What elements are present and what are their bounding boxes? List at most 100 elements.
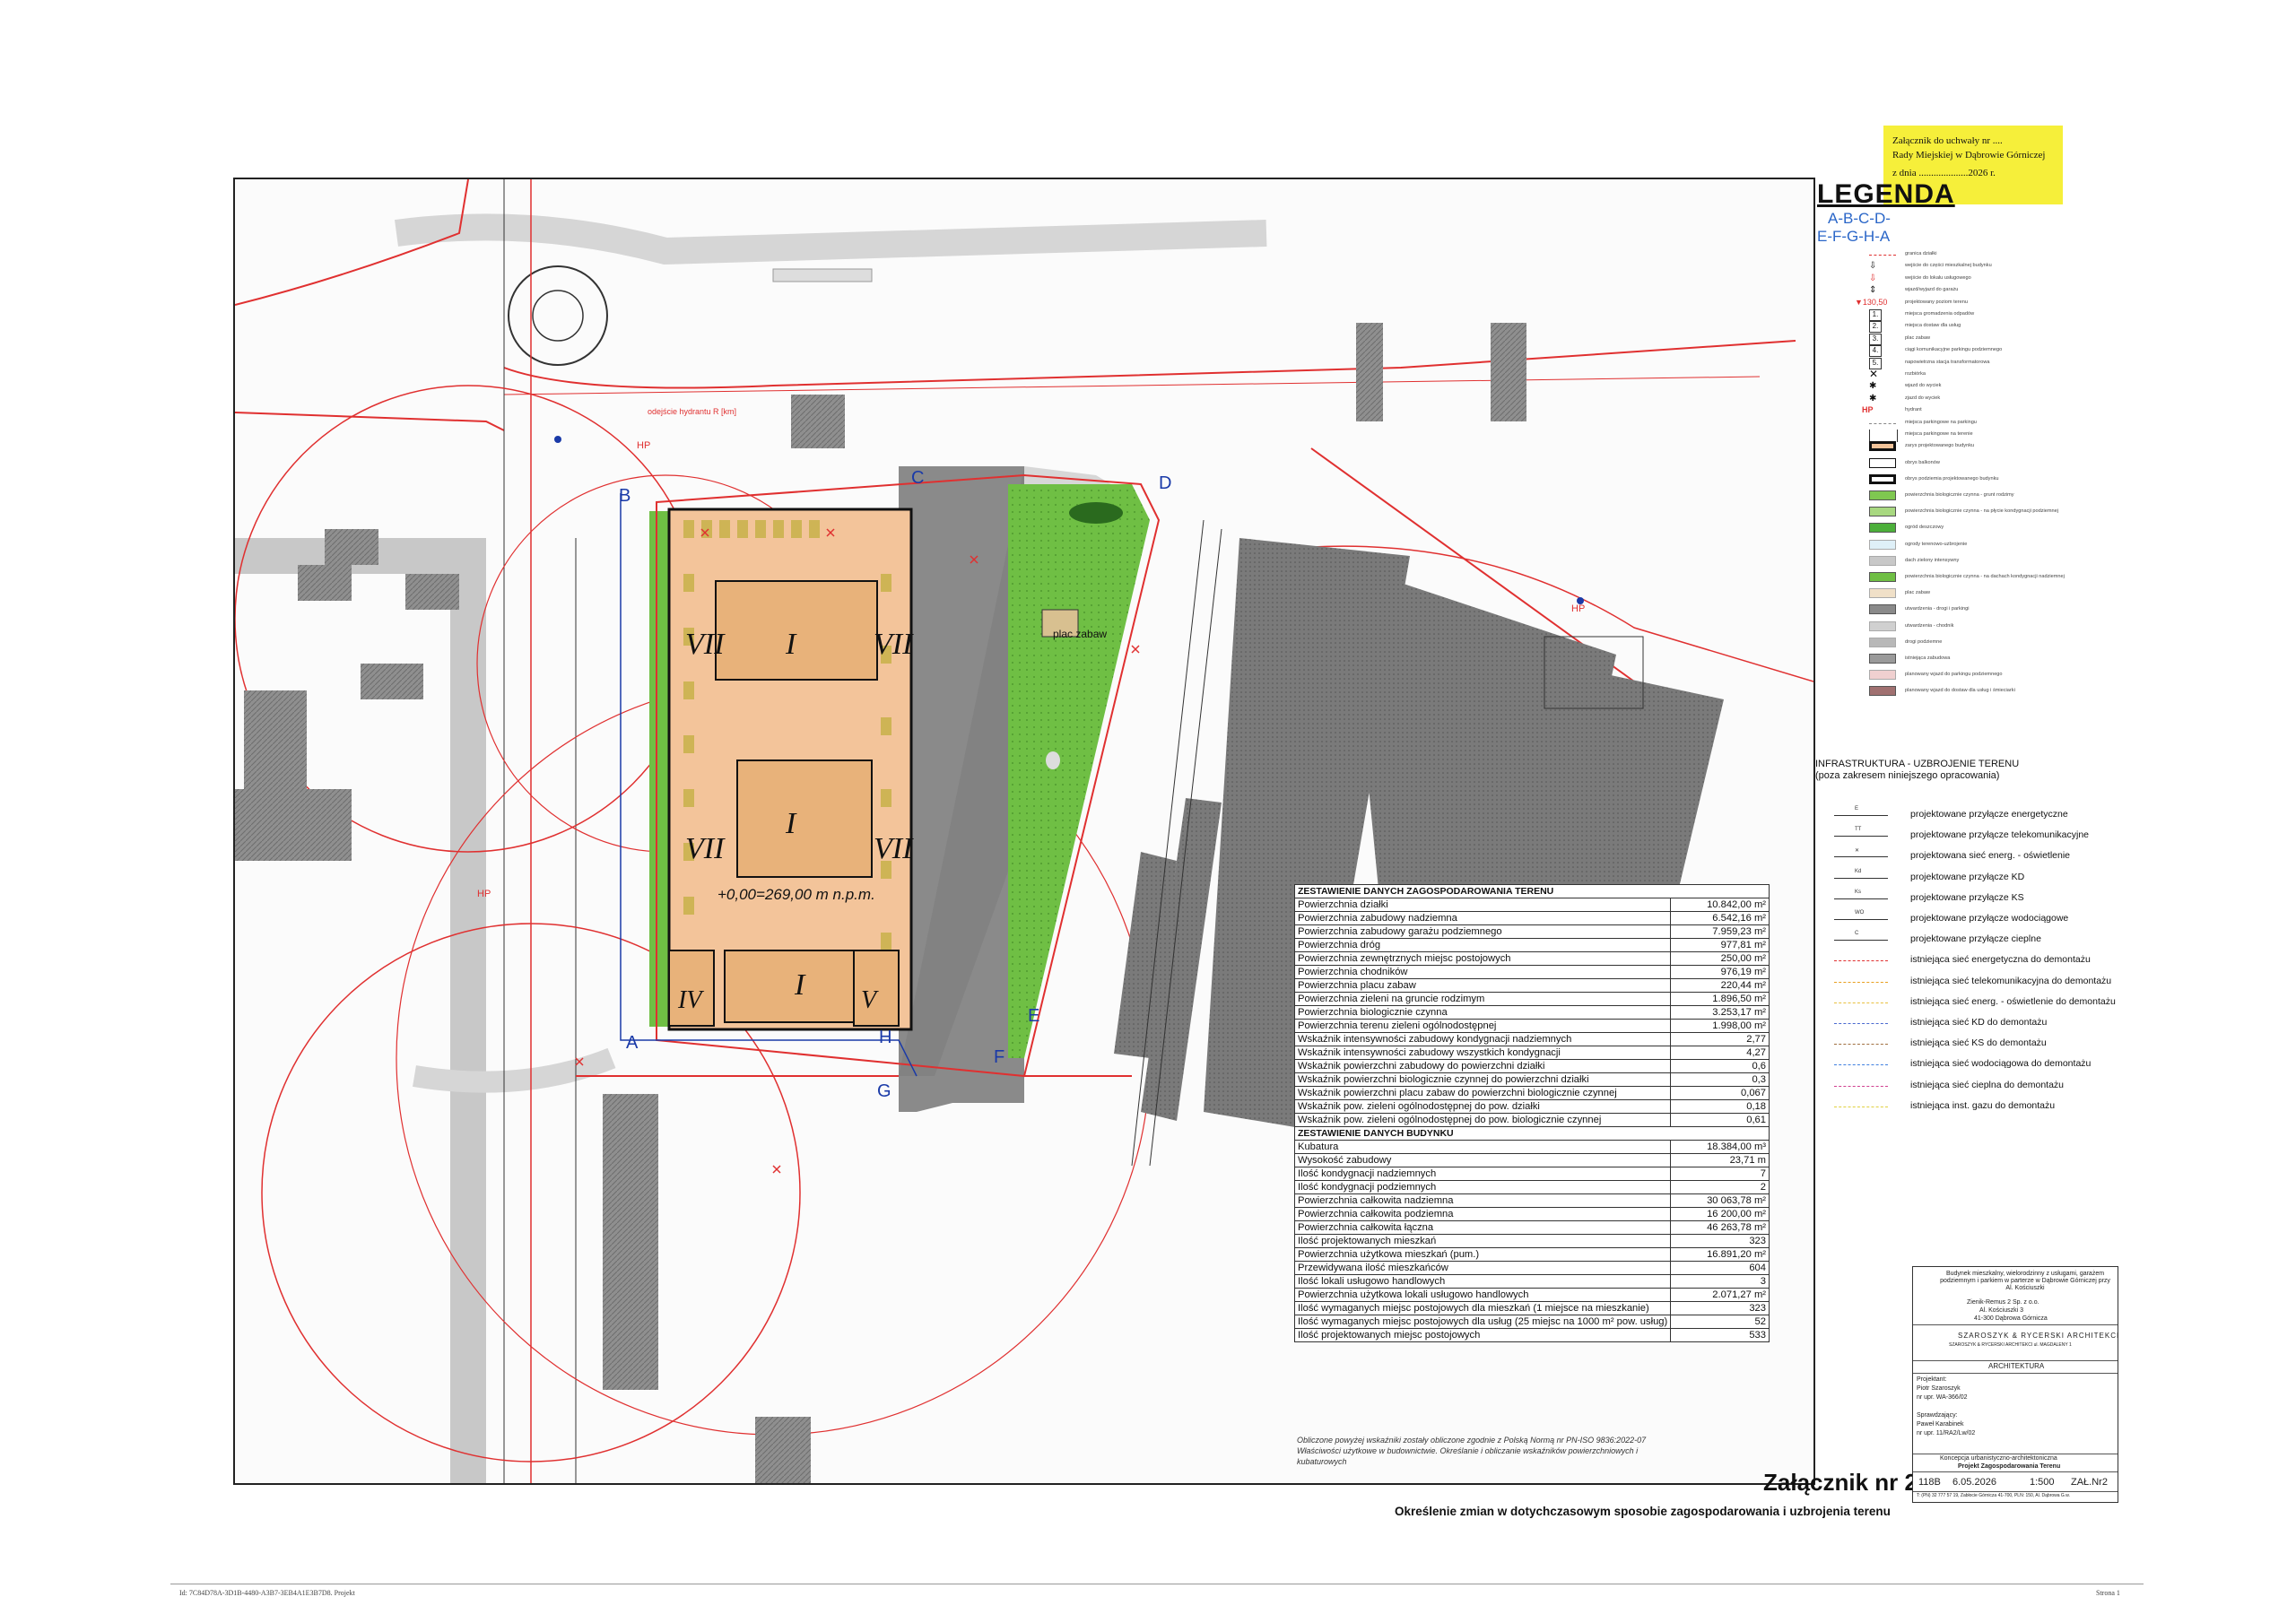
infra-title: INFRASTRUKTURA - UZBROJENIE TERENU (poza…: [1815, 759, 2102, 782]
svg-text:HP: HP: [1571, 603, 1585, 614]
legend-title: LEGENDA: [1817, 179, 1955, 209]
legend-item-label: ogród deszczowy: [1905, 525, 1944, 531]
table-row: Ilość kondygnacji podziemnych 2: [1293, 1180, 1770, 1194]
row-value: 2: [1670, 1180, 1770, 1194]
infra-line-symbol: [1834, 1044, 1888, 1046]
svg-text:HP: HP: [477, 889, 491, 899]
legend-item-label: wejście do części mieszkalnej budynku: [1905, 263, 1992, 269]
row-value: 0,067: [1670, 1086, 1770, 1100]
legend-item-label: zjazd do wyciek: [1905, 395, 1941, 401]
row-label: Wskaźnik powierzchni placu zabaw do powi…: [1293, 1086, 1672, 1100]
row-value: 976,19 m²: [1670, 965, 1770, 979]
infra-item-label: istniejąca sieć energetyczna do demontaż…: [1910, 954, 2091, 966]
legend-item-label: drogi podziemne: [1905, 638, 1943, 645]
infra-item-label: istniejąca sieć cieplna do demontażu: [1910, 1079, 2065, 1090]
infra-code: Kd: [1855, 868, 1862, 874]
infra-line-symbol: [1834, 1064, 1888, 1066]
legend-symbol: 3.: [1869, 333, 1882, 345]
legend-symbol: [1869, 457, 1896, 468]
attachment-title: Załącznik nr 2: [1763, 1469, 1918, 1496]
legend-symbol: ▼130,50: [1855, 297, 1888, 307]
row-label: Powierzchnia zieleni na gruncie rodzimym: [1293, 992, 1672, 1006]
infra-item-label: projektowane przyłącze KS: [1910, 891, 2024, 903]
legend-symbol: [1869, 430, 1898, 442]
row-value: 2.071,27 m²: [1670, 1288, 1770, 1302]
table-row: Powierzchnia dróg 977,81 m²: [1293, 938, 1770, 952]
infra-item-label: projektowane przyłącze energetyczne: [1910, 809, 2068, 820]
legend-item-label: plac zabaw: [1905, 334, 1930, 341]
table-row: Powierzchnia całkowita łączna 46 263,78 m…: [1293, 1220, 1770, 1235]
legend-symbol: [1869, 555, 1896, 566]
row-label: Ilość projektowanych mieszkań: [1293, 1234, 1672, 1248]
row-label: Kubatura: [1293, 1140, 1672, 1154]
section-title: ZESTAWIENIE DANYCH ZAGOSPODAROWANIA TERE…: [1294, 884, 1770, 898]
note-line-2: Rady Miejskiej w Dąbrowie Górniczej: [1892, 150, 2046, 161]
row-value: 0,18: [1670, 1099, 1770, 1114]
tb-checker: Paweł Karabinek: [1917, 1421, 1964, 1428]
tb-office-address: SZAROSZYK & RYCERSKI ARCHITEKCI ul. MAGD…: [1949, 1342, 2072, 1348]
row-value: 0,6: [1670, 1059, 1770, 1073]
row-value: 0,61: [1670, 1113, 1770, 1127]
legend-symbol: [1869, 588, 1896, 599]
row-label: Wskaźnik intensywności zabudowy kondygna…: [1293, 1032, 1672, 1046]
table-row: Powierzchnia całkowita nadziemna 30 063,7…: [1293, 1193, 1770, 1208]
legend-item-label: miejsca parkingowe na parkingu: [1905, 419, 1977, 425]
row-label: Przewidywana ilość mieszkańców: [1293, 1261, 1672, 1275]
table-row: Powierzchnia zewnętrznych miejsc postojo…: [1293, 951, 1770, 966]
section-title: ZESTAWIENIE DANYCH BUDYNKU: [1294, 1126, 1770, 1141]
legend-symbol: [1869, 686, 1896, 697]
infra-item-label: istniejąca sieć telekomunikacyjna do dem…: [1910, 975, 2112, 986]
infra-line-symbol: [1834, 981, 1888, 983]
site-data-table: ZESTAWIENIE DANYCH ZAGOSPODAROWANIA TERE…: [1293, 884, 1770, 1342]
table-row: Wskaźnik pow. zieleni ogólnodostępnej do…: [1293, 1113, 1770, 1127]
tb-office: SZAROSZYK & RYCERSKI ARCHITEKCI: [1958, 1332, 2120, 1340]
infra-code: ✕: [1855, 848, 1860, 855]
legend-code-2: E-F-G-H-A: [1817, 228, 1891, 245]
legend-item-label: projektowany poziom terenu: [1905, 299, 1968, 305]
legend-item-label: ciągi komunikacyjne parkingu podziemnego: [1905, 347, 2003, 353]
infra-item-label: istniejąca sieć wodociągowa do demontażu: [1910, 1058, 2092, 1070]
floor-label: I: [786, 628, 796, 661]
infra-line-symbol: [1834, 836, 1888, 838]
infra-item-label: projektowane przyłącze telekomunikacyjne: [1910, 829, 2090, 841]
legend-item-label: zarys projektowanego budynku: [1905, 443, 1975, 449]
row-value: 3.253,17 m²: [1670, 1005, 1770, 1020]
infra-item-label: istniejąca sieć KD do demontażu: [1910, 1017, 2048, 1028]
table-row: Wskaźnik intensywności zabudowy kondygna…: [1293, 1032, 1770, 1046]
point-label-c: C: [911, 468, 925, 488]
tb-drawing: Projekt Zagospodarowania Terenu: [1958, 1463, 2061, 1470]
legend-symbol: ⇩: [1869, 273, 1877, 283]
attachment-subtitle: Określenie zmian w dotychczasowym sposob…: [1395, 1505, 1891, 1518]
floor-label: IV: [678, 986, 702, 1014]
infra-item-label: projektowane przyłącze KD: [1910, 871, 2025, 882]
row-label: Ilość lokali usługowo handlowych: [1293, 1274, 1672, 1289]
tb-sheet: ZAŁ.Nr2: [2071, 1477, 2108, 1488]
table-section-header: ZESTAWIENIE DANYCH ZAGOSPODAROWANIA TERE…: [1294, 884, 1770, 898]
infra-heading: INFRASTRUKTURA - UZBROJENIE TERENU: [1815, 759, 2020, 769]
table-row: Wskaźnik powierzchni zabudowy do powierz…: [1293, 1059, 1770, 1073]
tb-stage: Koncepcja urbanistyczno-architektoniczna: [1940, 1455, 2057, 1462]
legend-item-label: wejście do lokalu usługowego: [1905, 274, 1971, 281]
floor-label: VII: [685, 628, 725, 661]
row-value: 323: [1670, 1234, 1770, 1248]
table-row: Przewidywana ilość mieszkańców 604: [1293, 1261, 1770, 1275]
legend-item-label: ogrody terenowo-uzbrojenie: [1905, 541, 1968, 547]
table-row: Wskaźnik powierzchni biologicznie czynne…: [1293, 1072, 1770, 1087]
legend-item-label: obrys podziemia projektowanego budynku: [1905, 475, 1999, 482]
legend-symbol: [1869, 490, 1896, 500]
infra-line-symbol: [1834, 940, 1888, 942]
legend-symbol: 4.: [1869, 345, 1882, 358]
row-label: Powierzchnia całkowita nadziemna: [1293, 1193, 1672, 1208]
infra-item-label: projektowane przyłącze cieplne: [1910, 933, 2041, 945]
row-label: Wskaźnik pow. zieleni ogólnodostępnej do…: [1293, 1099, 1672, 1114]
row-value: 1.896,50 m²: [1670, 992, 1770, 1006]
table-row: Wskaźnik pow. zieleni ogólnodostępnej do…: [1293, 1099, 1770, 1114]
legend-symbol: ✱: [1869, 393, 1877, 404]
tb-investor-3: 41-300 Dąbrowa Górnicza: [1974, 1315, 2048, 1322]
tb-investment: Budynek mieszkalny, wielorodzinny z usłu…: [1940, 1271, 2110, 1291]
infra-line-symbol: [1834, 1085, 1888, 1087]
tb-branch: ARCHITEKTURA: [1988, 1362, 2045, 1370]
table-row: Powierzchnia działki 10.842,00 m²: [1293, 898, 1770, 912]
row-label: Powierzchnia użytkowa lokali usługowo ha…: [1293, 1288, 1672, 1302]
row-label: Powierzchnia działki: [1293, 898, 1672, 912]
